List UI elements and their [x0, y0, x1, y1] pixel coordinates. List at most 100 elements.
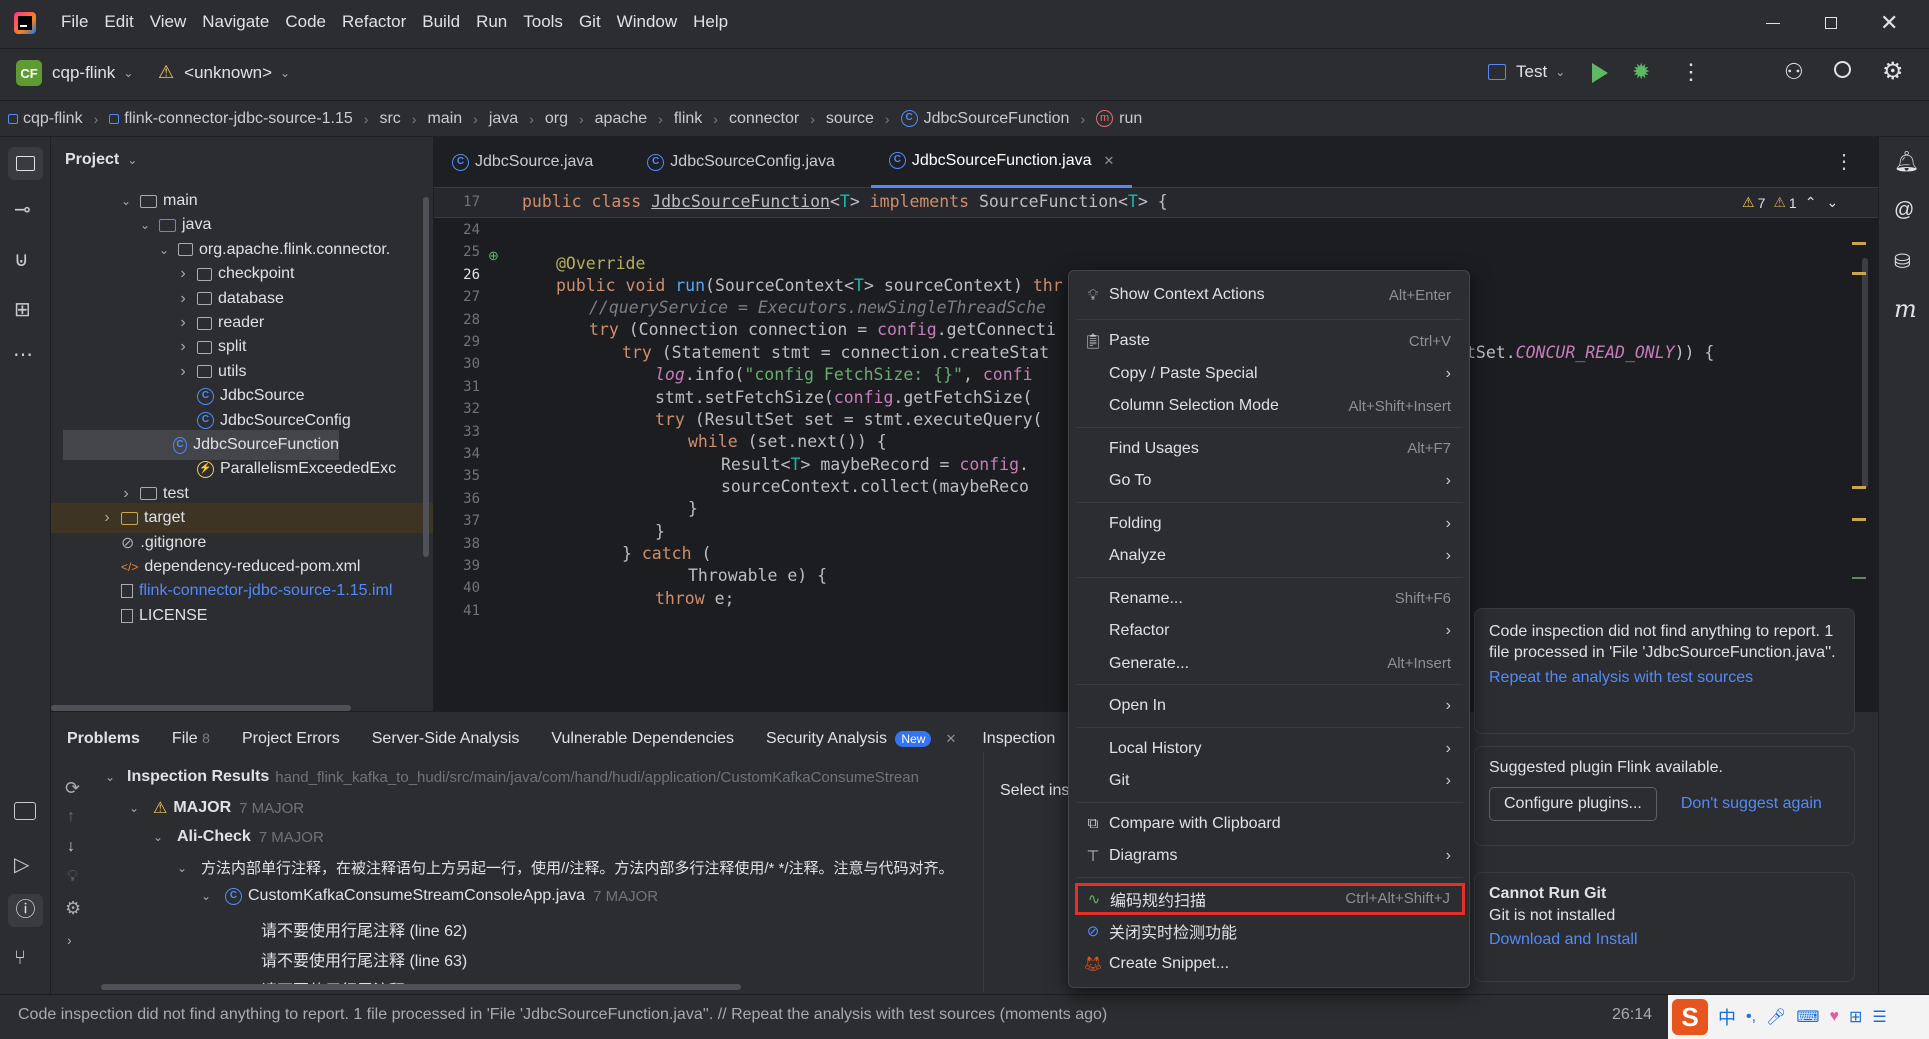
context-menu-item[interactable]: 🦊︎ Create Snippet...: [1077, 948, 1463, 980]
menu-code[interactable]: Code: [277, 12, 334, 32]
context-menu-item[interactable]: 📋︎ Paste Ctrl+V: [1077, 325, 1463, 357]
minimize-icon[interactable]: [1766, 23, 1780, 24]
rerun-icon[interactable]: ⟳: [65, 778, 80, 799]
download-install-link[interactable]: Download and Install: [1489, 931, 1840, 949]
chevron-right-icon[interactable]: ›: [175, 265, 191, 283]
commit-icon[interactable]: ⊸: [14, 197, 31, 222]
context-menu-item[interactable]: ⧉ Compare with Clipboard: [1077, 808, 1463, 840]
context-menu-item[interactable]: Local History ›: [1077, 733, 1463, 765]
git-icon[interactable]: ⑂: [14, 947, 26, 970]
chevron-down-icon[interactable]: ⌄: [118, 194, 134, 208]
menu-edit[interactable]: Edit: [96, 12, 141, 32]
inspection-results-row[interactable]: ⌄ Inspection Results hand_flink_kafka_to_h…: [105, 768, 919, 786]
more-tools-icon[interactable]: ⋯: [13, 342, 33, 367]
up-arrow-icon[interactable]: ↑: [67, 808, 75, 826]
breadcrumb-item[interactable]: apache: [595, 110, 648, 128]
tab-jdbcsourceconfig[interactable]: C JdbcSourceConfig.java: [629, 137, 853, 188]
add-user-icon[interactable]: ⚇: [1784, 59, 1804, 85]
menu-help[interactable]: Help: [685, 12, 736, 32]
context-menu-item[interactable]: Column Selection Mode Alt+Shift+Insert: [1077, 390, 1463, 422]
breadcrumb-item[interactable]: main: [427, 110, 462, 128]
services-icon[interactable]: ▷: [14, 852, 29, 877]
menu-refactor[interactable]: Refactor: [334, 12, 414, 32]
chevron-right-icon[interactable]: ›: [99, 509, 115, 527]
context-menu-item[interactable]: Copy / Paste Special ›: [1077, 358, 1463, 390]
status-message[interactable]: Code inspection did not find anything to…: [18, 1006, 1107, 1024]
chevron-right-icon[interactable]: ›: [118, 485, 134, 503]
settings-icon[interactable]: ⚙: [65, 898, 81, 919]
configure-plugins-button[interactable]: Configure plugins...: [1489, 787, 1657, 821]
file-row[interactable]: ⌄ C CustomKafkaConsumeStreamConsoleApp.jav…: [201, 887, 658, 905]
tab-jdbcsourcefunction[interactable]: C JdbcSourceFunction.java ✕: [870, 137, 1133, 188]
context-menu-item[interactable]: Analyze ›: [1077, 540, 1463, 572]
breadcrumb-item[interactable]: org: [545, 110, 568, 128]
pull-requests-icon[interactable]: ⊍: [14, 247, 29, 272]
tab-file[interactable]: File 8: [172, 730, 210, 748]
breadcrumb-item[interactable]: flink-connector-jdbc-source-1.15: [109, 110, 353, 128]
restore-icon[interactable]: [1825, 17, 1837, 29]
repeat-analysis-link[interactable]: Repeat the analysis with test sources: [1489, 669, 1840, 687]
breadcrumb-item[interactable]: connector: [729, 110, 799, 128]
alicheck-row[interactable]: ⌄ Ali-Check 7 MAJOR: [153, 828, 324, 846]
terminal-icon[interactable]: [14, 802, 36, 820]
tab-security-analysis[interactable]: Security Analysis New: [766, 730, 932, 748]
breadcrumb-item[interactable]: java: [489, 110, 518, 128]
tab-inspection[interactable]: Inspection: [982, 730, 1055, 748]
search-icon[interactable]: [1834, 61, 1851, 78]
context-menu-item[interactable]: Folding ›: [1077, 508, 1463, 540]
close-tab-icon[interactable]: ✕: [1104, 153, 1115, 169]
context-menu-item[interactable]: Find Usages Alt+F7: [1077, 433, 1463, 465]
context-menu-item[interactable]: ⊘ 关闭实时检测功能: [1077, 915, 1463, 947]
close-tab-icon[interactable]: ✕: [945, 731, 956, 747]
bulb-icon[interactable]: 💡︎: [67, 868, 78, 886]
editor-scrollbar[interactable]: [1862, 258, 1868, 488]
chevron-down-icon[interactable]: ⌄: [137, 218, 153, 232]
breadcrumb-item[interactable]: cqp-flink: [8, 110, 83, 128]
menu-view[interactable]: View: [142, 12, 195, 32]
chevron-right-icon[interactable]: ›: [175, 290, 191, 308]
context-menu-item[interactable]: Rename... Shift+F6: [1077, 583, 1463, 615]
major-row[interactable]: ⌄ ⚠ MAJOR 7 MAJOR: [129, 798, 304, 818]
project-selector[interactable]: CF cqp-flink ⌄: [16, 60, 133, 86]
problem-item[interactable]: 请不要使用行尾注释 (line 63): [261, 947, 467, 971]
context-menu-item[interactable]: Git ›: [1077, 765, 1463, 797]
settings-gear-icon[interactable]: ⚙: [1882, 57, 1904, 86]
tab-vulnerable-dependencies[interactable]: Vulnerable Dependencies: [551, 730, 734, 748]
problems-tool-icon[interactable]: ⓘ: [8, 894, 43, 927]
database-icon[interactable]: ⛁: [1894, 249, 1911, 274]
inspection-widget[interactable]: ⚠ 7 ⚠ 1 ⌃ ⌄: [1742, 194, 1838, 211]
tree-scrollbar[interactable]: [423, 197, 429, 557]
tab-server-side-analysis[interactable]: Server-Side Analysis: [372, 730, 520, 748]
run-config-selector[interactable]: Test ⌄: [1488, 62, 1565, 82]
menu-run[interactable]: Run: [468, 12, 515, 32]
expand-icon[interactable]: ›: [67, 932, 72, 948]
context-menu-item[interactable]: ∿ 编码规约扫描 Ctrl+Alt+Shift+J: [1075, 882, 1465, 915]
menu-file[interactable]: File: [53, 12, 96, 32]
down-arrow-icon[interactable]: ↓: [67, 838, 75, 856]
chevron-right-icon[interactable]: ›: [175, 363, 191, 381]
project-view-selector[interactable]: Project ⌄: [65, 151, 137, 169]
run-icon[interactable]: [1592, 63, 1608, 83]
rule-row[interactable]: ⌄ 方法内部单行注释，在被注释语句上方另起一行，使用//注释。方法内部多行注释使用…: [177, 857, 954, 878]
context-menu-item[interactable]: Generate... Alt+Insert: [1077, 648, 1463, 680]
project-tool-icon[interactable]: [8, 147, 43, 180]
breadcrumb-item[interactable]: m run: [1096, 110, 1142, 128]
debug-icon[interactable]: ✹: [1632, 59, 1650, 85]
menu-tools[interactable]: Tools: [515, 12, 571, 32]
ai-assistant-icon[interactable]: @: [1894, 199, 1914, 222]
menu-navigate[interactable]: Navigate: [194, 12, 277, 32]
breadcrumb-item[interactable]: C JdbcSourceFunction: [900, 110, 1069, 128]
dont-suggest-link[interactable]: Don't suggest again: [1681, 795, 1822, 813]
caret-position[interactable]: 26:14: [1612, 1006, 1652, 1024]
menu-window[interactable]: Window: [609, 12, 685, 32]
problems-h-scrollbar[interactable]: [101, 984, 741, 990]
problem-item[interactable]: 请不要使用行尾注释 (line 62): [261, 917, 467, 941]
vcs-branch-selector[interactable]: ⚠ <unknown> ⌄: [158, 62, 290, 83]
more-actions-icon[interactable]: ⋮: [1680, 59, 1702, 85]
tab-project-errors[interactable]: Project Errors: [242, 730, 340, 748]
next-highlight-icon[interactable]: ⌄: [1826, 194, 1838, 211]
breadcrumb-item[interactable]: source: [826, 110, 874, 128]
chevron-right-icon[interactable]: ›: [175, 314, 191, 332]
tab-jdbcsource[interactable]: C JdbcSource.java: [434, 137, 611, 188]
context-menu-item[interactable]: ⊤ Diagrams ›: [1077, 840, 1463, 872]
